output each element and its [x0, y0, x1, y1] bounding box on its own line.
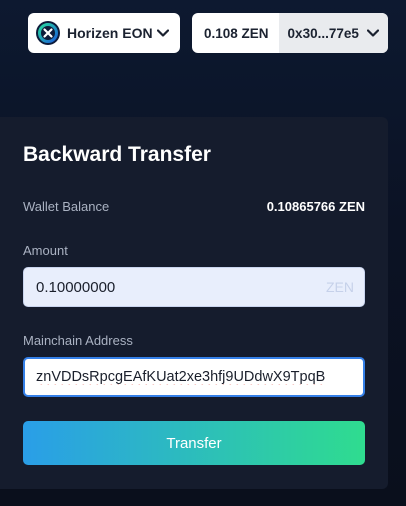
chevron-down-icon [366, 28, 380, 38]
chevron-down-icon [156, 28, 170, 38]
transfer-button[interactable]: Transfer [23, 421, 365, 465]
account-selector[interactable]: 0.108 ZEN 0x30...77e5 [192, 13, 388, 53]
account-address: 0x30...77e5 [287, 25, 359, 41]
wallet-balance-value: 0.10865766 ZEN [266, 199, 365, 214]
mainchain-address-input[interactable] [36, 369, 352, 385]
page-title: Backward Transfer [23, 143, 211, 166]
amount-field[interactable]: ZEN [23, 267, 365, 307]
account-balance: 0.108 ZEN [204, 25, 269, 41]
mainchain-address-label: Mainchain Address [23, 333, 133, 348]
amount-unit: ZEN [326, 279, 354, 295]
wallet-balance-label: Wallet Balance [23, 199, 110, 214]
network-name: Horizen EON [67, 25, 153, 41]
amount-input[interactable] [36, 278, 326, 296]
mainchain-address-field[interactable] [23, 357, 365, 397]
network-selector[interactable]: Horizen EON [28, 13, 180, 53]
amount-label: Amount [23, 243, 68, 258]
horizen-logo-icon [36, 21, 60, 45]
account-address-button[interactable]: 0x30...77e5 [278, 13, 388, 53]
